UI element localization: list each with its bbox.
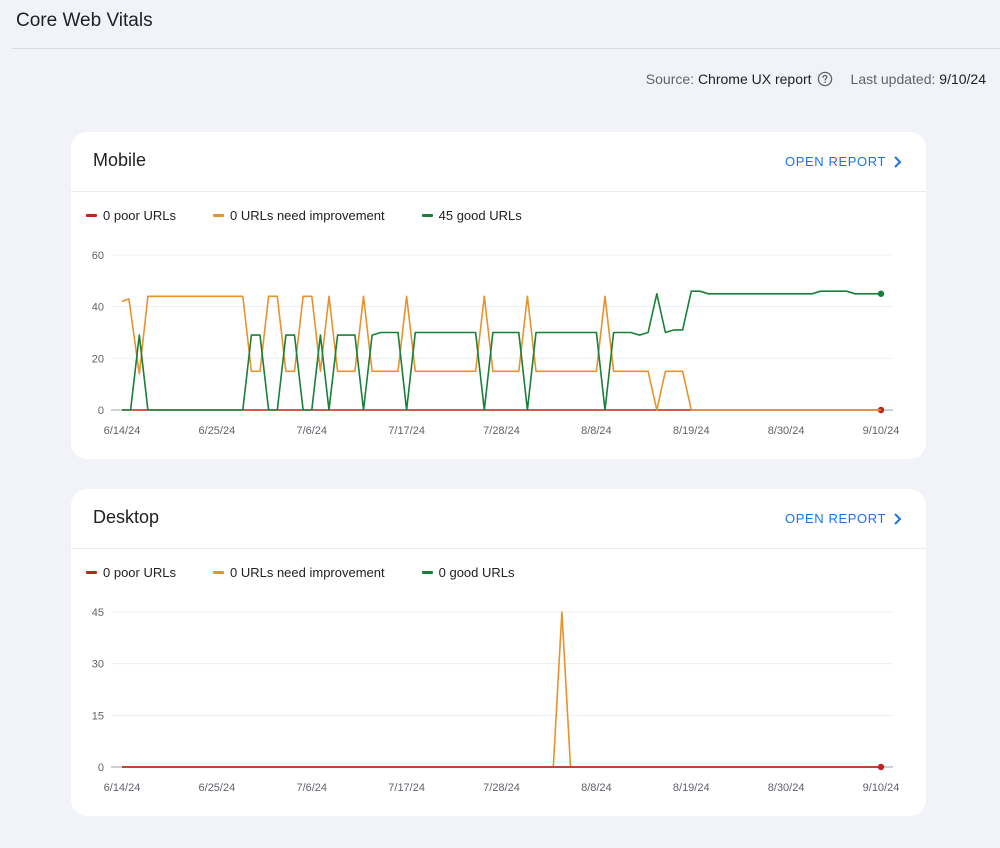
series-line bbox=[122, 611, 881, 768]
x-tick-label: 6/25/24 bbox=[199, 425, 236, 437]
x-tick-label: 7/17/24 bbox=[388, 782, 425, 794]
y-tick-label: 45 bbox=[92, 607, 104, 619]
page-title: Core Web Vitals bbox=[16, 10, 153, 31]
updated-label: Last updated: bbox=[850, 71, 936, 87]
series-end-point bbox=[877, 763, 885, 771]
x-tick-label: 7/6/24 bbox=[296, 425, 327, 437]
x-tick-label: 7/28/24 bbox=[483, 425, 520, 437]
x-tick-label: 8/19/24 bbox=[673, 425, 710, 437]
mobile-chart: 0 20 40 60 6/14/24 6/25/24 7/6/24 7/17/24 7/28/2… bbox=[92, 250, 900, 437]
x-tick-label: 8/8/24 bbox=[581, 425, 612, 437]
mobile-card: Mobile OPEN REPORT 0 poor URLs 0 URLs ne… bbox=[71, 132, 926, 459]
x-tick-label: 7/17/24 bbox=[388, 425, 425, 437]
source-label: Source: bbox=[645, 71, 695, 87]
desktop-card: Desktop OPEN REPORT 0 poor URLs 0 URLs n… bbox=[71, 489, 926, 816]
y-tick-label: 60 bbox=[92, 250, 104, 262]
desktop-chart: 0 15 30 45 6/14/24 6/25/24 7/6/24 7/17/24 7/28/2… bbox=[92, 607, 900, 794]
y-tick-label: 30 bbox=[92, 659, 104, 671]
series-line bbox=[122, 290, 881, 411]
x-tick-label: 8/30/24 bbox=[768, 425, 805, 437]
y-tick-label: 40 bbox=[92, 302, 104, 314]
series-end-point bbox=[877, 290, 885, 297]
series-line bbox=[121, 295, 881, 411]
x-tick-label: 6/14/24 bbox=[104, 425, 141, 437]
y-tick-label: 0 bbox=[98, 762, 104, 774]
x-tick-label: 8/8/24 bbox=[581, 782, 612, 794]
x-tick-label: 9/10/24 bbox=[863, 425, 900, 437]
updated-value: 9/10/24 bbox=[939, 71, 986, 87]
help-icon[interactable] bbox=[817, 71, 833, 87]
x-tick-label: 7/6/24 bbox=[296, 782, 327, 794]
y-tick-label: 20 bbox=[92, 353, 104, 365]
x-tick-label: 6/25/24 bbox=[199, 782, 236, 794]
y-tick-label: 15 bbox=[92, 710, 104, 722]
x-tick-label: 8/30/24 bbox=[768, 782, 805, 794]
title-divider bbox=[12, 48, 1000, 49]
x-tick-label: 9/10/24 bbox=[863, 782, 900, 794]
x-tick-label: 6/14/24 bbox=[104, 782, 141, 794]
y-tick-label: 0 bbox=[98, 405, 104, 417]
source-value: Chrome UX report bbox=[697, 71, 812, 87]
meta-row: Source: Chrome UX report Last updated: 9… bbox=[646, 71, 986, 87]
x-tick-label: 8/19/24 bbox=[673, 782, 710, 794]
x-tick-label: 7/28/24 bbox=[483, 782, 520, 794]
